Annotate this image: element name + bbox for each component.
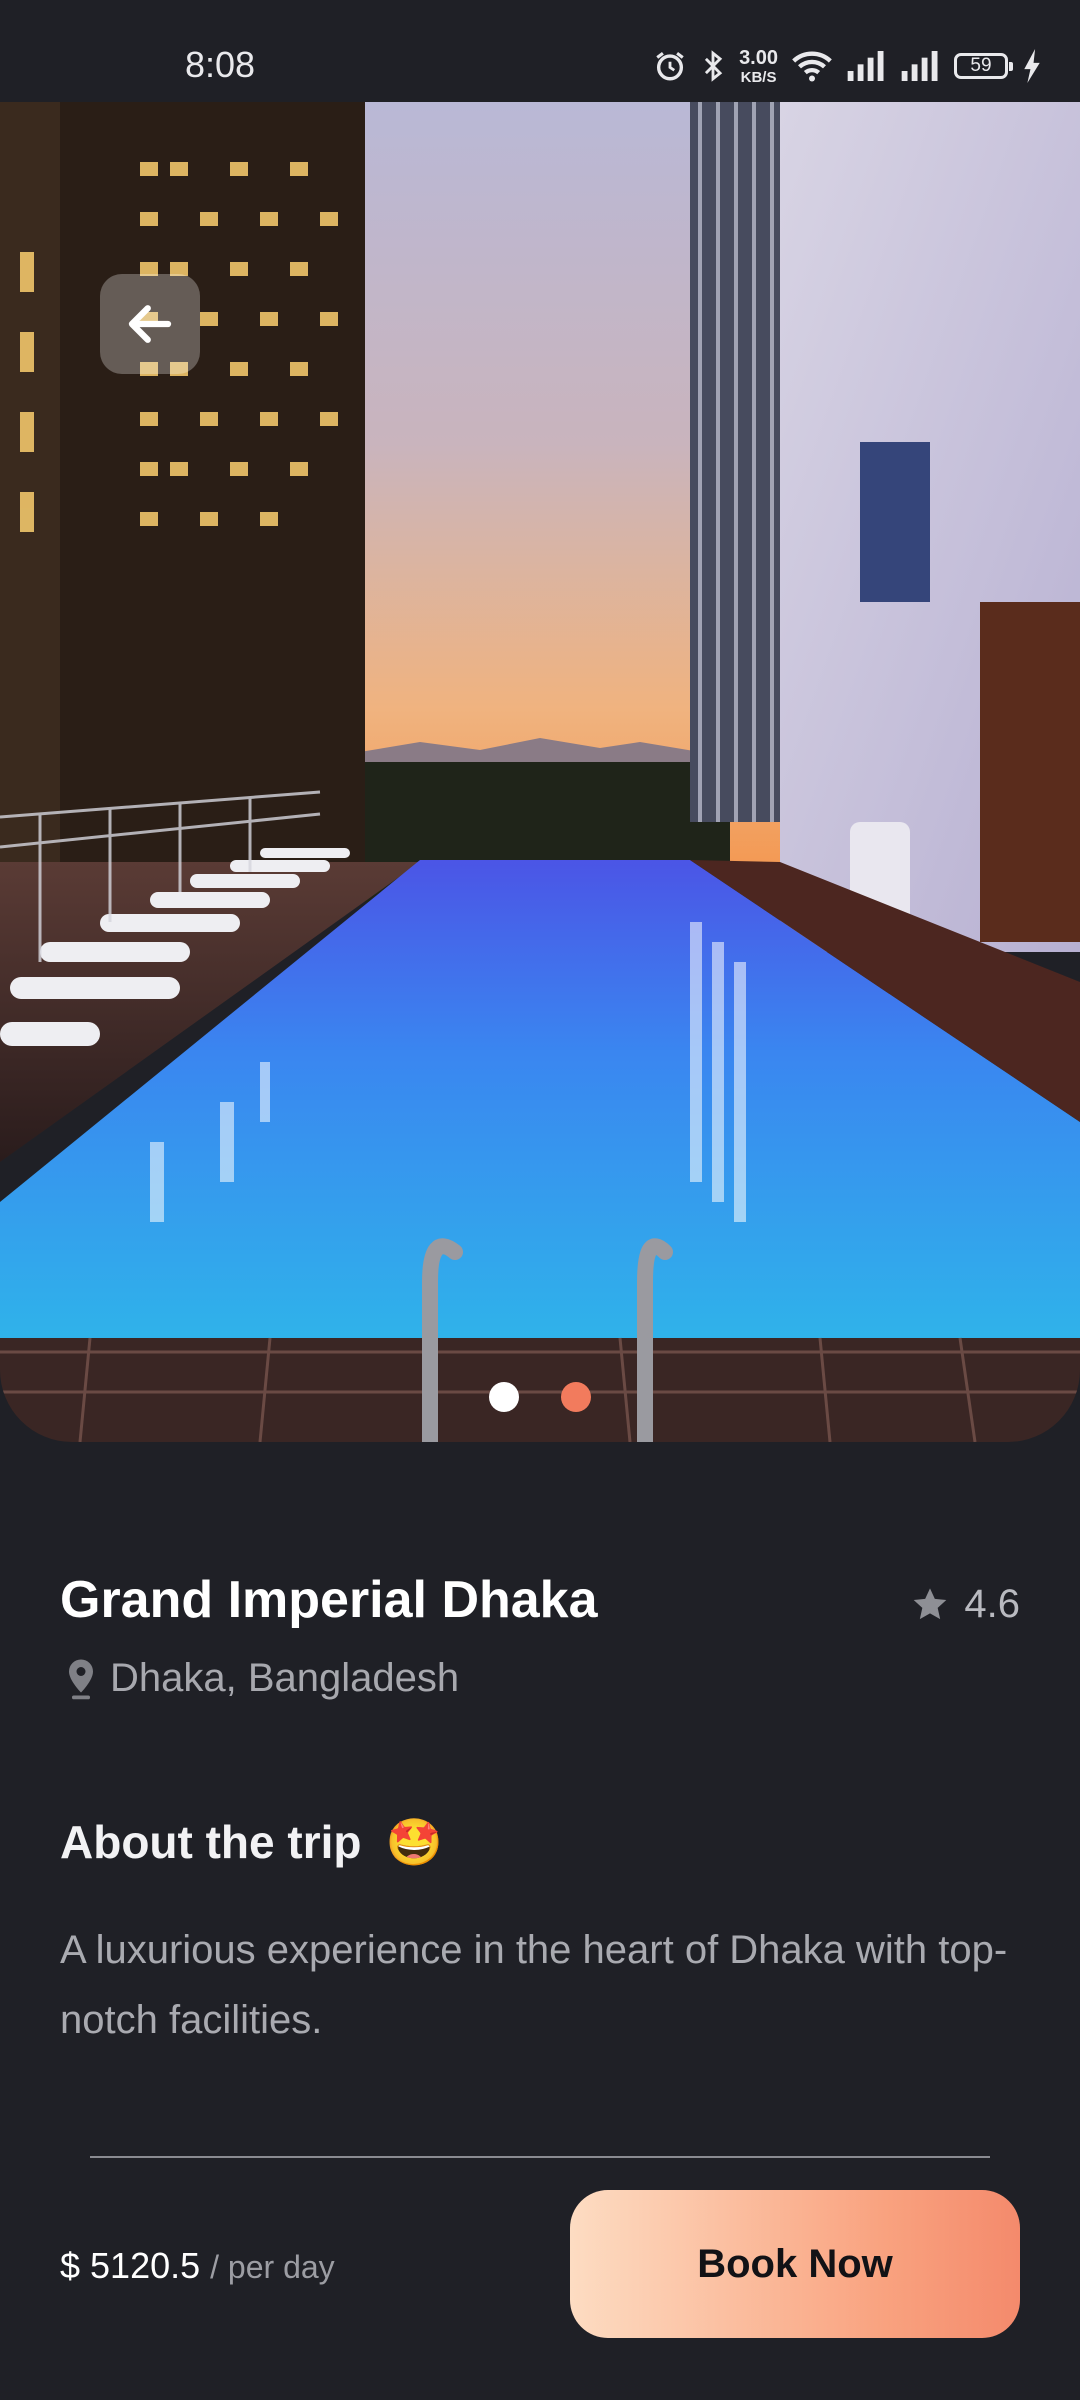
book-now-button[interactable]: Book Now	[570, 2190, 1020, 2338]
bluetooth-icon	[701, 49, 725, 83]
price-amount: $ 5120.5	[60, 2245, 201, 2286]
network-speed-value: 3.00	[739, 46, 778, 69]
price-unit: / per day	[210, 2249, 335, 2285]
alarm-icon	[653, 49, 687, 83]
location: Dhaka, Bangladesh	[62, 1656, 459, 1701]
status-icons: 3.00 KB/S 59	[653, 44, 1042, 88]
star-icon	[914, 1587, 947, 1619]
about-description: A luxurious experience in the heart of D…	[60, 1928, 1008, 2042]
carousel-dot[interactable]	[561, 1382, 591, 1412]
star-struck-emoji-icon: 🤩	[385, 1816, 443, 1868]
signal-icon	[846, 51, 886, 81]
status-time: 8:08	[185, 44, 256, 85]
signal-icon	[900, 51, 940, 81]
battery-indicator: 59	[954, 53, 1013, 79]
about-heading: About the trip 🤩	[60, 1815, 443, 1869]
location-pin-icon	[69, 1659, 93, 1699]
network-speed: 3.00 KB/S	[739, 48, 778, 85]
location-text: Dhaka, Bangladesh	[110, 1656, 460, 1700]
divider	[90, 2156, 990, 2158]
charging-icon	[1022, 49, 1042, 83]
carousel-indicator	[0, 1382, 1080, 1412]
hotel-photo-carousel[interactable]	[0, 102, 1080, 1442]
rating-value: 4.6	[964, 1582, 1020, 1626]
price: $ 5120.5 / per day	[60, 2245, 335, 2287]
status-bar: 8:08 3.00 KB/S 59	[0, 0, 1080, 102]
network-speed-unit: KB/S	[740, 68, 777, 86]
back-button[interactable]	[100, 274, 200, 374]
arrow-left-icon	[128, 305, 172, 343]
about-title: About the trip	[60, 1816, 362, 1868]
hotel-name: Grand Imperial Dhaka	[60, 1571, 598, 1629]
rating: 4.6	[910, 1582, 1020, 1627]
carousel-dot[interactable]	[489, 1382, 519, 1412]
wifi-icon	[792, 49, 832, 83]
